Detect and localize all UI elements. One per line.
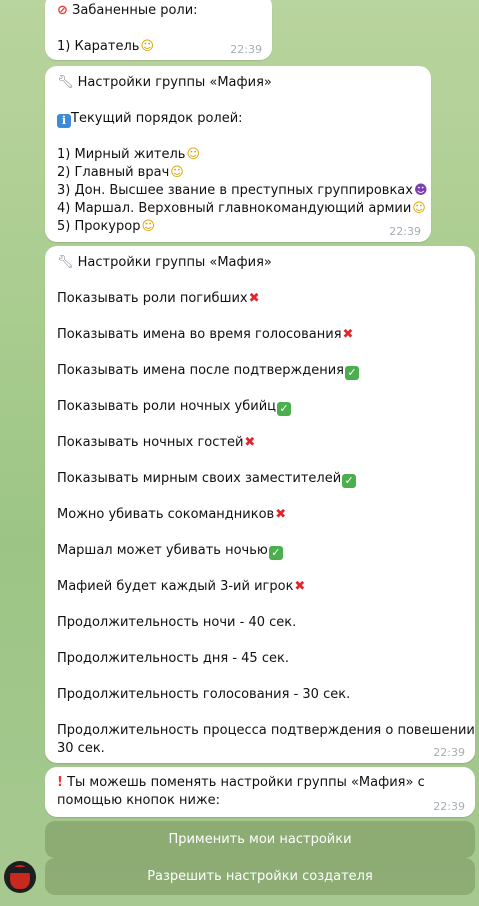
- order-title: Настройки группы «Мафия»: [77, 75, 272, 90]
- message-roles-order: 🔧︎ Настройки группы «Мафия» i Текущий пор…: [45, 66, 431, 242]
- role-item: 4) Маршал. Верховный главнокомандующий а…: [57, 201, 412, 216]
- check-mark-button-icon: ✓: [345, 366, 360, 380]
- prompt-line-1: Ты можешь поменять настройки группы «Маф…: [67, 775, 425, 790]
- setting-item: Мафией будет каждый 3-ий игрок: [57, 579, 294, 594]
- cross-mark-icon: ✖: [244, 435, 256, 450]
- avatar[interactable]: [4, 861, 36, 893]
- order-subtitle: Текущий порядок ролей:: [71, 111, 243, 126]
- check-mark-button-icon: ✓: [268, 546, 283, 560]
- wrench-icon: 🔧︎: [57, 255, 74, 270]
- prompt-line-2: помощью кнопок ниже:: [57, 793, 220, 808]
- message-time: 22:39: [230, 43, 262, 56]
- slightly-smiling-face-icon: ☺: [170, 165, 184, 180]
- setting-item: 30 сек.: [57, 741, 105, 756]
- setting-item: Показывать роли ночных убийц: [57, 399, 276, 414]
- setting-item: Показывать ночных гостей: [57, 435, 244, 450]
- slightly-smiling-face-icon: ☺: [186, 147, 201, 162]
- message-prompt: ! Ты можешь поменять настройки группы «М…: [45, 767, 475, 817]
- smiling-imp-icon: ☻: [413, 183, 428, 198]
- message-time: 22:39: [433, 746, 465, 759]
- cross-mark-icon: ✖: [275, 507, 287, 522]
- info-icon: i: [57, 114, 71, 128]
- message-time: 22:39: [389, 225, 421, 238]
- slightly-smiling-face-icon: ☺: [140, 39, 154, 54]
- role-item: 3) Дон. Высшее звание в преступных групп…: [57, 183, 413, 198]
- no-entry-icon: ⊘: [57, 3, 68, 18]
- role-item: 1) Мирный житель: [57, 147, 186, 162]
- setting-item: Продолжительность процесса подтверждения…: [57, 723, 479, 738]
- allow-creator-settings-button[interactable]: Разрешить настройки создателя: [45, 858, 475, 895]
- check-mark-button-icon: ✓: [342, 474, 357, 488]
- check-mark-button-icon: ✓: [277, 402, 291, 416]
- cross-mark-icon: ✖: [248, 291, 260, 306]
- setting-item: Показывать роли погибших: [57, 291, 248, 306]
- message-banned-roles: ⊘ Забаненные роли: 1) Каратель☺ 22:39: [45, 0, 272, 60]
- banned-item: 1) Каратель: [57, 39, 140, 54]
- wrench-icon: 🔧︎: [57, 75, 74, 90]
- cross-mark-icon: ✖: [342, 327, 354, 342]
- setting-item: Маршал может убивать ночью: [57, 543, 268, 558]
- setting-item: Показывать имена после подтверждения: [57, 363, 345, 378]
- apply-settings-button[interactable]: Применить мои настройки: [45, 821, 475, 858]
- setting-item: Продолжительность голосования - 30 сек.: [57, 687, 351, 702]
- setting-item: Показывать мирным своих заместителей: [57, 471, 342, 486]
- setting-item: Показывать имена во время голосования: [57, 327, 342, 342]
- message-time: 22:39: [433, 800, 465, 813]
- slightly-smiling-face-icon: ☺: [412, 201, 426, 216]
- slightly-smiling-face-icon: ☺: [141, 219, 156, 234]
- message-settings: 🔧︎ Настройки группы «Мафия» Показывать р…: [45, 246, 479, 763]
- role-item: 5) Прокурор: [57, 219, 141, 234]
- exclamation-mark-icon: !: [57, 775, 63, 790]
- banned-title: Забаненные роли:: [72, 3, 198, 18]
- role-item: 2) Главный врач: [57, 165, 170, 180]
- setting-item: Продолжительность ночи - 40 сек.: [57, 615, 297, 630]
- setting-item: Продолжительность дня - 45 сек.: [57, 651, 289, 666]
- setting-item: Можно убивать сокомандников: [57, 507, 275, 522]
- settings-title: Настройки группы «Мафия»: [77, 255, 272, 270]
- cross-mark-icon: ✖: [294, 579, 306, 594]
